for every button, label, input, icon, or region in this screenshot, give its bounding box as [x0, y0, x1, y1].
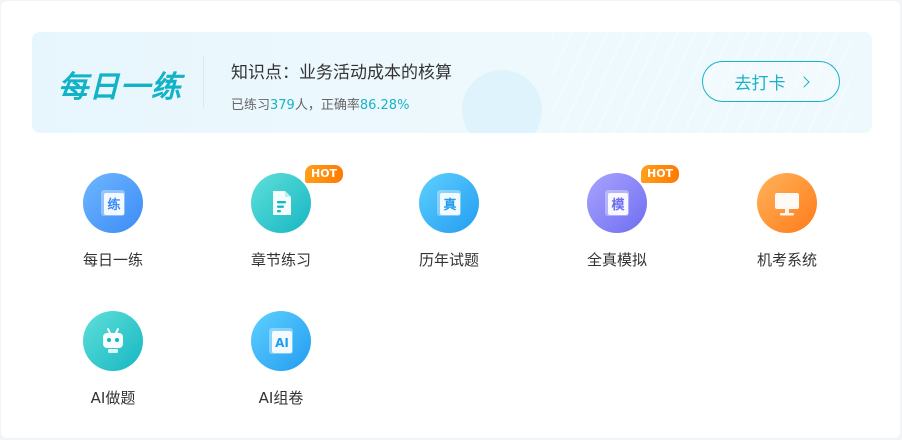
icon-glyph: 真 — [443, 197, 456, 213]
mock-exam-icon: 模 — [587, 173, 647, 233]
feature-label: 每日一练 — [82, 251, 143, 269]
feature-label: 机考系统 — [756, 251, 817, 269]
icon-glyph: 练 — [107, 197, 120, 213]
feature-label: 全真模拟 — [586, 251, 647, 269]
hot-badge: HOT — [641, 165, 680, 183]
feature-label: AI组卷 — [258, 389, 304, 407]
chevron-right-icon — [797, 75, 810, 88]
practiced-count: 379 — [270, 98, 295, 113]
banner-divider — [203, 56, 204, 108]
feature-label: 章节练习 — [250, 251, 311, 269]
feature-daily-practice[interactable]: 练 每日一练 — [53, 173, 173, 283]
stat-middle: 人，正确率 — [294, 98, 360, 113]
icon-glyph: AI — [275, 336, 289, 350]
knowledge-point-title: 知识点：业务活动成本的核算 — [231, 63, 452, 83]
accuracy-rate: 86.28% — [359, 98, 410, 113]
feature-ai-paper[interactable]: AI AI组卷 — [221, 311, 341, 421]
hot-badge: HOT — [305, 165, 344, 183]
feature-mock-exam[interactable]: 模 HOT 全真模拟 — [557, 165, 680, 283]
feature-ai-practice[interactable]: AI做题 — [53, 311, 173, 421]
banner-decoration — [462, 70, 542, 133]
feature-computer-exam[interactable]: 机考系统 — [727, 173, 847, 283]
daily-practice-icon: 练 — [83, 173, 143, 233]
computer-icon — [757, 173, 817, 233]
check-in-label: 去打卡 — [734, 74, 786, 94]
feature-label: AI做题 — [90, 389, 136, 407]
ai-paper-icon: AI — [251, 311, 311, 371]
daily-practice-banner: 每日一练 知识点：业务活动成本的核算 已练习379人，正确率86.28% 去打卡 — [32, 32, 872, 133]
banner-brand-title: 每日一练 — [58, 70, 182, 105]
feature-label: 历年试题 — [418, 251, 479, 269]
feature-chapter-practice[interactable]: HOT 章节练习 — [221, 165, 344, 283]
practice-stats: 已练习379人，正确率86.28% — [231, 94, 409, 113]
content-card: 每日一练 知识点：业务活动成本的核算 已练习379人，正确率86.28% 去打卡… — [1, 1, 900, 438]
stat-prefix: 已练习 — [231, 98, 271, 113]
icon-glyph: 模 — [611, 197, 625, 213]
document-icon — [251, 173, 311, 233]
past-exam-icon: 真 — [419, 173, 479, 233]
check-in-button[interactable]: 去打卡 — [702, 61, 840, 102]
robot-icon — [83, 311, 143, 371]
feature-past-exams[interactable]: 真 历年试题 — [389, 173, 509, 283]
